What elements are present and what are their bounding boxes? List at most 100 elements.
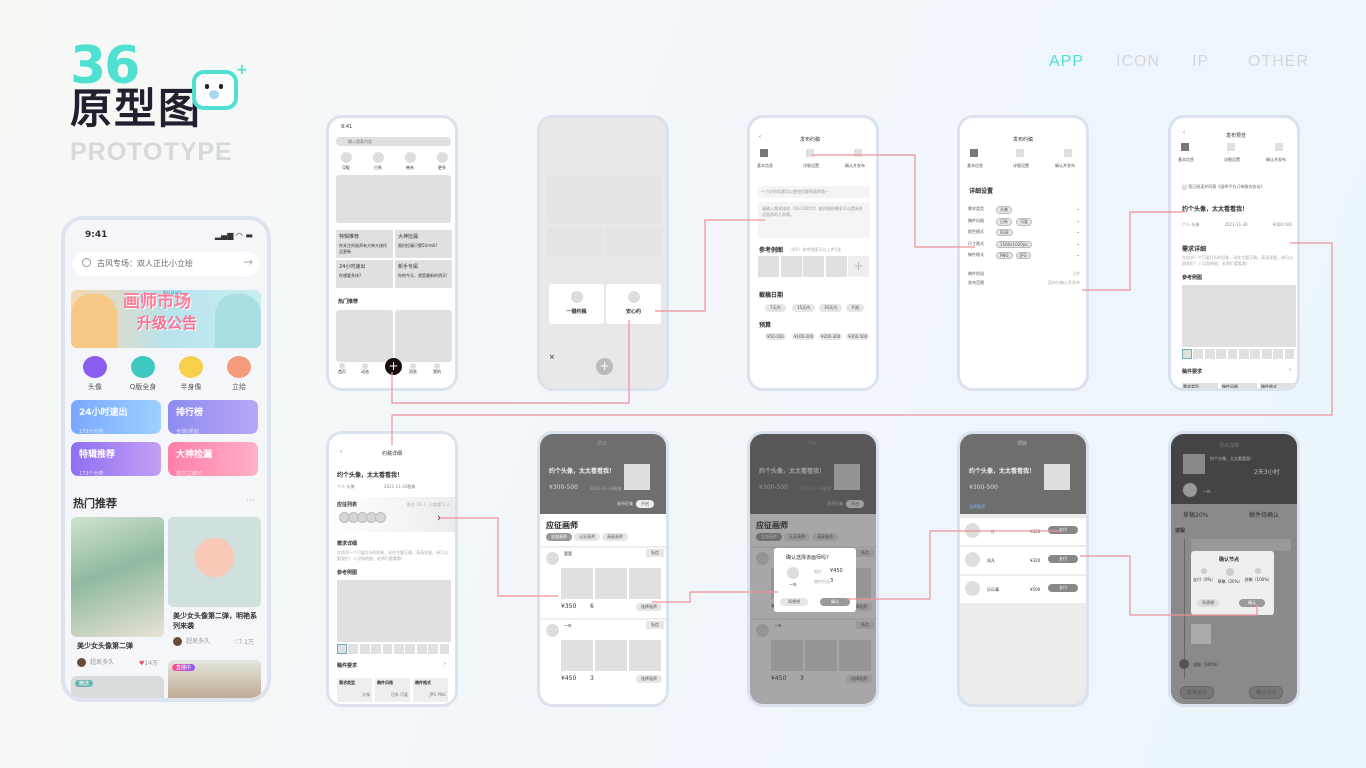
feature-card[interactable]: 24小时速出 173个分类 xyxy=(71,400,161,435)
thumbnail[interactable] xyxy=(394,644,404,654)
thumbnail[interactable] xyxy=(1204,349,1215,359)
cancel-button[interactable]: 再想想 xyxy=(780,598,808,606)
reference-image[interactable] xyxy=(1182,285,1296,347)
applicant-list[interactable]: 应征列表 报名 10 人 已查看 5 人 › xyxy=(329,497,455,532)
filter-chip[interactable]: 高星画师 xyxy=(602,533,628,541)
nav-tab-app[interactable]: APP xyxy=(1049,53,1084,71)
back-icon[interactable]: ‹ xyxy=(1183,130,1185,136)
thumbnail[interactable] xyxy=(1182,349,1192,359)
thumbnail[interactable] xyxy=(1261,349,1272,359)
setting-row[interactable]: 发布范围 面向约稿公开发布 xyxy=(968,280,1080,286)
contact-artist-button[interactable]: 联系画师 xyxy=(1180,686,1215,699)
step-label[interactable]: 确认并发布 xyxy=(845,163,865,169)
setting-row[interactable]: 稿件阶段 2步 xyxy=(968,271,1080,277)
step-label[interactable]: 基本信息 xyxy=(967,163,983,169)
thumbnail[interactable] xyxy=(416,644,427,654)
section-requirements[interactable]: 稿件要求 xyxy=(1182,368,1202,375)
thumbnail[interactable] xyxy=(1284,349,1295,359)
feature-card[interactable]: 特辑推荐 173个分类 xyxy=(71,442,161,477)
option-quick-order[interactable]: 一键约稿 xyxy=(549,284,604,324)
description-input[interactable]: 请输入需求描述（10-1000字）越详细的需求可以提高合适画师的几率哦。 xyxy=(758,202,870,238)
deadline-option[interactable]: 不限 xyxy=(846,304,864,312)
setting-row[interactable]: 需求类型 ⌄ 头像 xyxy=(968,206,1080,216)
thumbnail[interactable] xyxy=(428,644,439,654)
filter-chip[interactable]: 全部画师 xyxy=(546,533,572,541)
recruit-toggle[interactable]: 开启 xyxy=(636,500,654,508)
budget-option[interactable]: ¥300-500 xyxy=(846,333,870,340)
feature-card[interactable]: 新手专属 你的今天，就是最新的明天! xyxy=(395,260,452,288)
message-tag[interactable]: 私信 xyxy=(646,621,664,629)
close-icon[interactable]: × xyxy=(549,353,555,361)
feature-card[interactable]: 24小时速出 你想要多快? xyxy=(336,260,393,288)
feature-card[interactable]: 大神捡漏 首次立减50 xyxy=(168,442,258,477)
tab-item[interactable]: 我的 xyxy=(431,363,443,375)
thumbnail[interactable] xyxy=(1216,349,1227,359)
post-card-2[interactable] xyxy=(168,517,261,607)
setting-row[interactable]: 颜色模式 ⌄ RGB xyxy=(968,229,1080,239)
cancel-button[interactable]: 再想想 xyxy=(1197,599,1219,607)
plus-button[interactable]: + xyxy=(385,358,402,375)
promo-banner[interactable]: huaya 画师市场 升级公告 xyxy=(71,290,261,348)
budget-option[interactable]: ¥100-200 xyxy=(792,333,816,340)
pay-button[interactable]: 支付 xyxy=(1048,555,1078,563)
thumbnail[interactable] xyxy=(1193,349,1204,359)
thumbnail[interactable] xyxy=(405,644,416,654)
reference-image[interactable] xyxy=(337,580,451,642)
option-safe-order[interactable]: 安心约 xyxy=(606,284,661,324)
setting-row[interactable]: 稿件风格 ⌄ 日系 可爱 xyxy=(968,217,1080,228)
reference-thumb[interactable] xyxy=(825,256,847,277)
setting-row[interactable]: 尺寸格式 ⌄ 1560x1020px xyxy=(968,240,1080,251)
select-artist-button[interactable]: 选择画师 xyxy=(636,603,662,611)
search-input[interactable]: 古风专场：双人正比小立绘 → xyxy=(73,252,259,276)
category-item[interactable]: 韩系 xyxy=(403,152,417,171)
deadline-option[interactable]: 15天内 xyxy=(792,304,816,312)
category-item[interactable]: 立绘 xyxy=(219,356,259,392)
step-label[interactable]: 基本信息 xyxy=(757,163,773,169)
message-tag[interactable]: 私信 xyxy=(646,549,664,557)
confirm-node-button[interactable]: 确认节点 xyxy=(1249,686,1284,699)
search-input[interactable]: 输入搜索内容 xyxy=(336,137,451,146)
reference-thumb[interactable] xyxy=(803,256,824,277)
thumbnail[interactable] xyxy=(1227,349,1238,359)
back-icon[interactable]: ‹ xyxy=(340,449,342,455)
nav-tab-other[interactable]: OTHER xyxy=(1248,53,1309,71)
step-label[interactable]: 详细设置 xyxy=(1013,163,1029,169)
category-item[interactable]: 日系 xyxy=(371,152,385,171)
category-item[interactable]: Q版全身 xyxy=(123,356,163,392)
category-item[interactable]: 半身像 xyxy=(171,356,211,392)
pay-button[interactable]: 支付 xyxy=(1048,584,1078,592)
select-artist-button[interactable]: 选择画师 xyxy=(636,675,662,683)
tab-item[interactable]: 首页 xyxy=(336,363,348,375)
plus-button[interactable]: + xyxy=(596,358,613,375)
thumbnail[interactable] xyxy=(1273,349,1284,359)
thumbnail[interactable] xyxy=(371,644,382,654)
back-icon[interactable]: ‹ xyxy=(759,134,761,140)
tab-item[interactable]: 消息 xyxy=(407,363,419,375)
title-input[interactable]: 一个好的标题可以更快招募到画师哦~ xyxy=(758,186,870,198)
agreement-checkbox[interactable]: 我已阅读并同意《画师平台订单服务协议》 xyxy=(1182,184,1264,190)
thumbnail[interactable] xyxy=(348,644,359,654)
confirm-button[interactable]: 确认 xyxy=(1239,599,1265,607)
add-image-button[interactable]: + xyxy=(848,256,869,277)
step-label[interactable]: 确认并发布 xyxy=(1055,163,1075,169)
progress-node[interactable]: 草稿（20%） xyxy=(1218,568,1242,585)
reference-thumb[interactable] xyxy=(780,256,802,277)
progress-node[interactable]: 支付（0%） xyxy=(1193,568,1215,585)
progress-node[interactable]: 终稿（100%） xyxy=(1245,568,1272,585)
category-item[interactable]: Q版 xyxy=(339,152,353,171)
post-placeholder[interactable] xyxy=(395,310,452,362)
more-button[interactable]: ··· xyxy=(246,496,255,506)
tab-item[interactable]: 动态 xyxy=(359,363,371,375)
thumbnail[interactable] xyxy=(1239,349,1249,359)
setting-row[interactable]: 稿件格式 ⌄ PNG JPG xyxy=(968,252,1080,262)
post-card-1[interactable] xyxy=(71,517,164,637)
select-artist-link[interactable]: 选择画师 xyxy=(969,504,985,510)
reference-thumb[interactable] xyxy=(758,256,779,277)
thumbnail[interactable] xyxy=(382,644,393,654)
filter-chip[interactable]: 认证画师 xyxy=(574,533,600,541)
arrow-right-icon[interactable]: → xyxy=(243,255,253,269)
feature-card[interactable]: 特辑推荐 你关注的画师有大神大佬作品更新 xyxy=(336,230,393,258)
thumbnail[interactable] xyxy=(337,644,347,654)
feature-card[interactable]: 大神捡漏 限时捡漏只需50rmb? xyxy=(395,230,452,258)
section-requirements[interactable]: 稿件要求 xyxy=(337,662,357,669)
